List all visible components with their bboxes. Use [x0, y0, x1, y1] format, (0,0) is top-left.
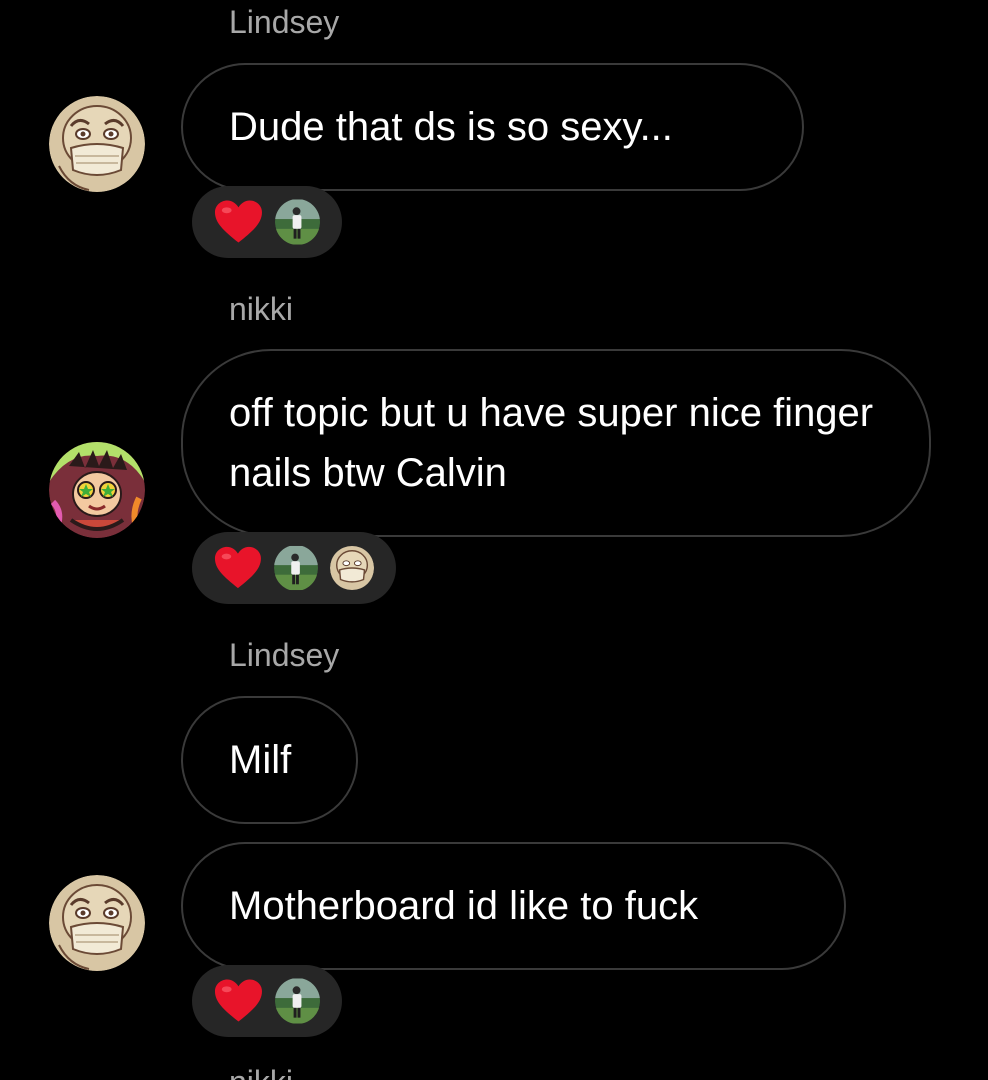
- sender-name: nikki: [229, 291, 294, 327]
- sender-name: Lindsey: [229, 637, 340, 673]
- message-text: Motherboard id like to fuck: [229, 884, 699, 928]
- message-text: Dude that ds is so sexy...: [229, 105, 673, 149]
- golfer-avatar: [274, 199, 320, 245]
- reaction-bar[interactable]: [192, 186, 342, 258]
- sender-name-partial: nikki: [229, 1066, 293, 1080]
- message-text: off topic but u have super nice finger n…: [229, 391, 874, 495]
- message-bubble[interactable]: off topic but u have super nice finger n…: [181, 349, 931, 537]
- masked-face-avatar: [329, 545, 375, 591]
- heart-emoji-icon: [214, 546, 261, 589]
- message-text: Milf: [229, 738, 292, 782]
- avatar-lindsey[interactable]: [49, 875, 145, 971]
- reaction-bar[interactable]: [192, 532, 396, 604]
- avatar-nikki[interactable]: [49, 442, 145, 538]
- message-bubble[interactable]: Dude that ds is so sexy...: [181, 63, 804, 191]
- reaction-bar[interactable]: [192, 965, 342, 1037]
- heart-emoji-icon: [214, 200, 262, 243]
- avatar-lindsey[interactable]: [49, 96, 145, 192]
- heart-emoji-icon: [214, 979, 262, 1022]
- message-bubble[interactable]: Motherboard id like to fuck: [181, 842, 846, 970]
- golfer-avatar: [274, 978, 320, 1024]
- message-bubble[interactable]: Milf: [181, 696, 358, 824]
- sender-name: Lindsey: [229, 4, 340, 40]
- golfer-avatar: [273, 545, 318, 591]
